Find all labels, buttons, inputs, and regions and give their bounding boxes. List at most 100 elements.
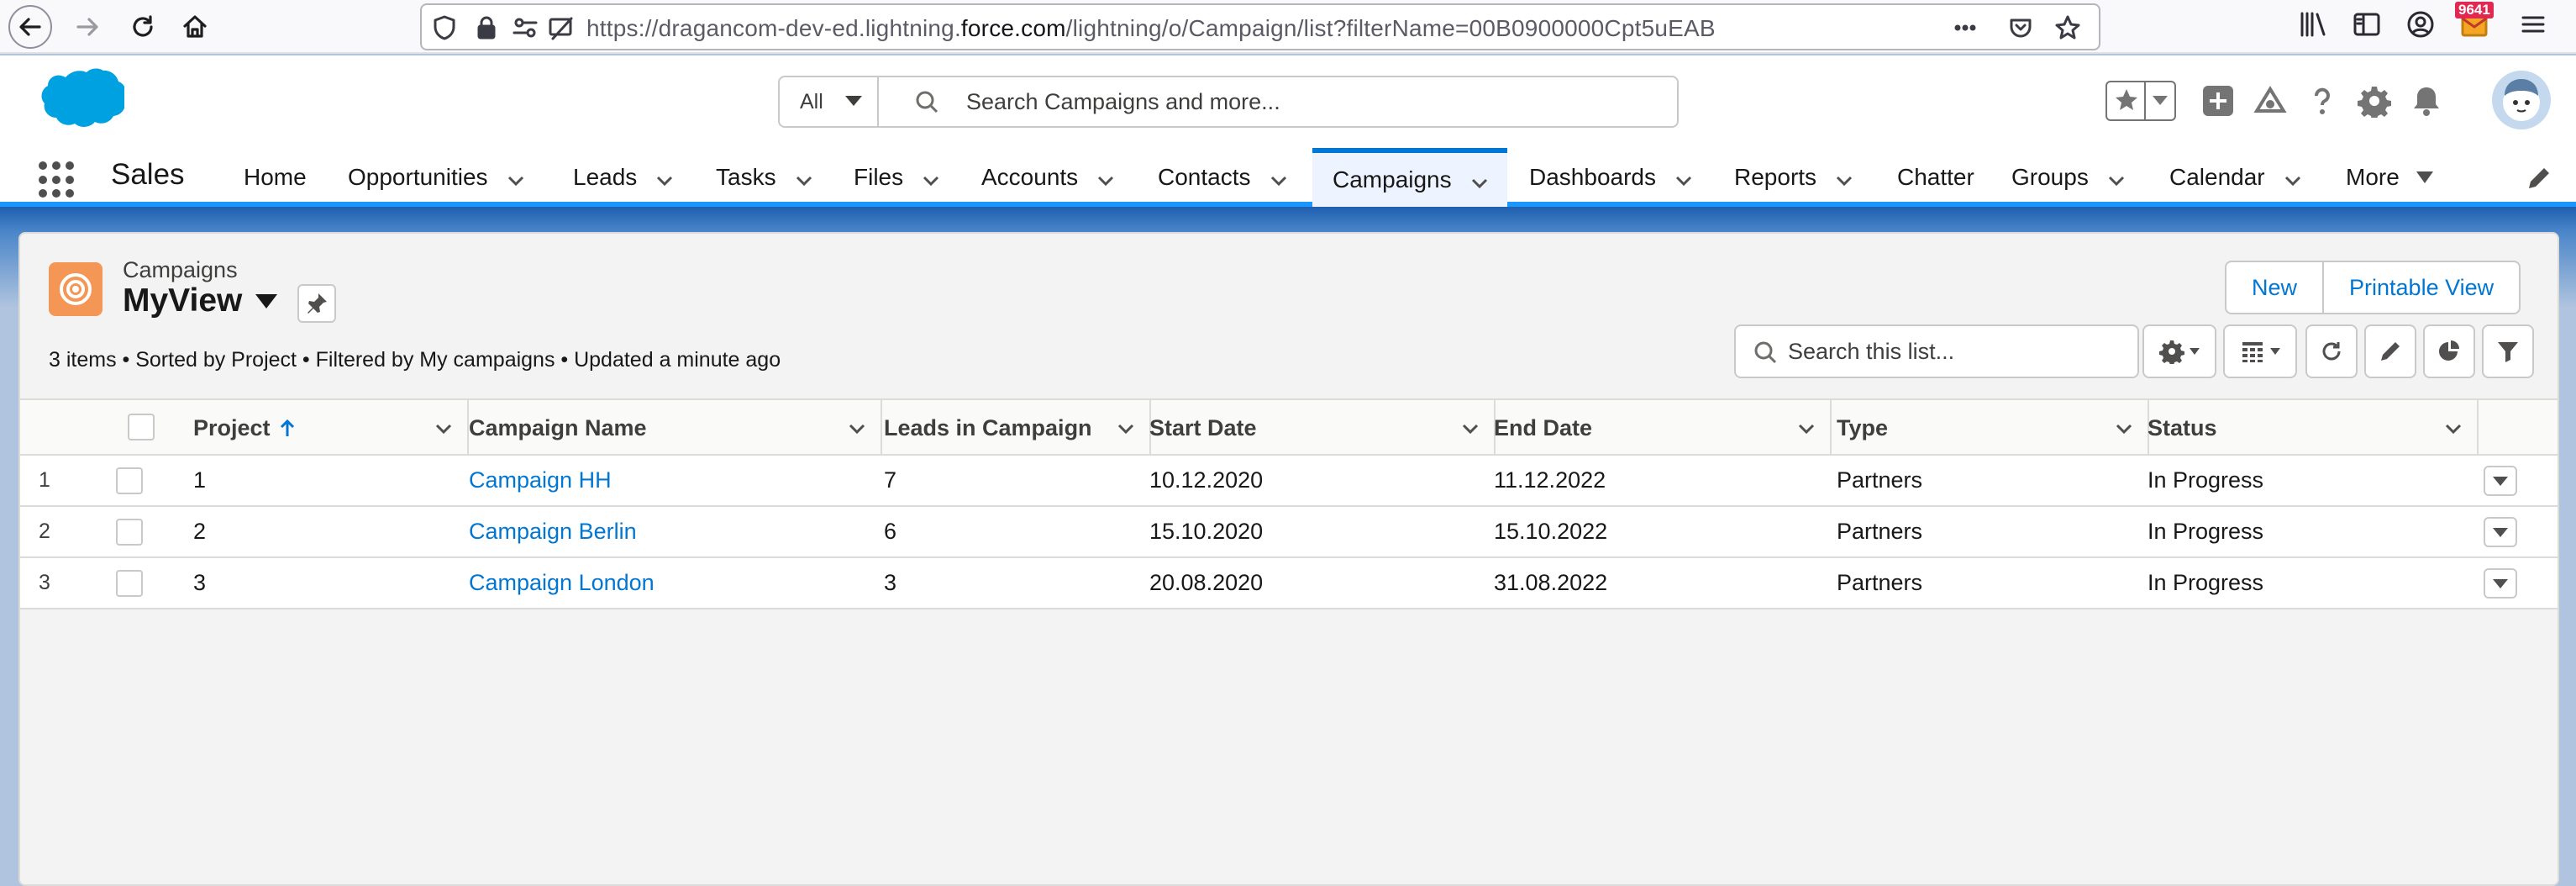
nav-item-accounts[interactable]: Accounts [981,148,1114,207]
chevron-down-icon[interactable] [1096,169,1114,187]
nav-item-files[interactable]: Files [854,148,939,207]
pie-chart-icon [2439,340,2459,361]
nav-item-leads[interactable]: Leads [573,148,673,207]
chevron-down-icon[interactable] [2107,169,2124,187]
cell-leads: 7 [884,467,897,493]
column-header-leads-in-campaign[interactable]: Leads in Campaign [867,400,1151,456]
pocket-icon[interactable] [2006,13,2035,42]
search-scope-dropdown[interactable]: All [780,77,879,126]
user-avatar[interactable] [2492,71,2551,129]
account-icon[interactable] [2405,8,2437,45]
chevron-down-icon[interactable] [507,169,523,187]
column-header-start-date[interactable]: Start Date [1133,400,1496,456]
notifications-bell-icon[interactable] [2406,81,2447,121]
sidebar-icon[interactable] [2351,8,2383,45]
nav-item-label: Chatter [1897,164,1974,190]
chevron-down-icon[interactable] [795,169,812,187]
row-actions-button[interactable] [2484,517,2517,547]
column-header-label: End Date [1494,414,1593,440]
chevron-down-icon[interactable] [847,419,867,439]
nav-item-dashboards[interactable]: Dashboards [1529,148,1692,207]
trailhead-icon[interactable] [2250,81,2290,121]
filters-button[interactable] [2482,324,2534,378]
column-header-end-date[interactable]: End Date [1477,400,1832,456]
global-search-input[interactable] [966,86,1622,118]
app-launcher-icon[interactable] [39,161,76,198]
help-icon[interactable] [2302,81,2342,121]
nav-item-reports[interactable]: Reports [1734,148,1853,207]
tracking-protection-icon[interactable] [546,13,575,42]
back-button[interactable] [8,5,52,49]
favorites-list-chevron-icon[interactable] [2153,96,2168,105]
row-checkbox[interactable] [116,467,143,494]
campaign-name-link[interactable]: Campaign HH [452,456,612,505]
chevron-down-icon[interactable] [2284,169,2300,187]
salesforce-logo[interactable] [24,67,126,138]
chevron-down-icon[interactable] [1674,169,1692,187]
printable-view-button[interactable]: Printable View [2322,262,2519,313]
refresh-button[interactable] [2305,324,2358,378]
nav-item-groups[interactable]: Groups [2011,148,2124,207]
nav-item-contacts[interactable]: Contacts [1158,148,1286,207]
forward-button[interactable] [66,5,109,49]
list-search-input[interactable] [1788,336,2124,367]
row-checkbox[interactable] [116,569,143,597]
campaign-name-link[interactable]: Campaign Berlin [452,507,637,556]
setup-gear-icon[interactable] [2354,81,2395,121]
divider [2144,82,2146,119]
edit-list-button[interactable] [2364,324,2416,378]
pin-list-view-button[interactable] [297,284,336,323]
table-row: 2 2 Campaign Berlin 6 15.10.2020 15.10.2… [20,507,2558,558]
nav-item-calendar[interactable]: Calendar [2169,148,2300,207]
url-bar[interactable]: https://dragancom-dev-ed.lightning.force… [420,3,2100,50]
row-actions-button[interactable] [2484,466,2517,496]
list-view-controls-button[interactable] [2142,324,2216,378]
library-icon[interactable] [2297,8,2329,45]
page-actions-icon[interactable] [1951,13,1979,42]
list-view-switcher[interactable]: MyView [123,282,278,319]
cell-end-date: 15.10.2022 [1494,519,1608,544]
lock-icon[interactable] [472,13,501,42]
nav-item-label: Opportunities [348,164,488,190]
column-header-type[interactable]: Type [1820,400,2149,456]
edit-nav-pencil-icon[interactable] [2526,165,2554,193]
global-actions-icon[interactable] [2198,81,2238,121]
list-actions: New Printable View [2225,261,2521,314]
nav-item-more[interactable]: More [2346,148,2433,207]
bookmark-star-icon[interactable] [2053,13,2082,42]
reload-button[interactable] [121,5,165,49]
row-actions-button[interactable] [2484,568,2517,599]
display-as-button[interactable] [2223,324,2297,378]
caret-down-icon [2493,527,2508,537]
chevron-down-icon[interactable] [2443,419,2463,439]
chevron-down-icon[interactable] [1796,419,1816,439]
chevron-down-icon[interactable] [655,169,673,187]
chevron-down-icon[interactable] [1270,169,1286,187]
column-header-status[interactable]: Status [2131,400,2479,456]
favorite-star-icon[interactable] [2112,86,2141,114]
nav-item-chatter[interactable]: Chatter [1897,148,1974,207]
home-icon [183,15,207,38]
column-header-label: Campaign Name [469,414,647,440]
shield-icon[interactable] [430,13,459,42]
caret-down-icon [2270,348,2280,355]
permissions-icon[interactable] [511,13,539,42]
nav-item-campaigns[interactable]: Campaigns [1312,148,1507,207]
campaign-name-link[interactable]: Campaign London [452,558,655,608]
charts-button[interactable] [2423,324,2475,378]
home-button[interactable] [173,5,217,49]
nav-item-home[interactable]: Home [244,148,307,207]
nav-item-label: Tasks [716,164,776,190]
select-all-checkbox[interactable] [128,414,155,440]
chevron-down-icon[interactable] [1470,171,1487,189]
chevron-down-icon[interactable] [1835,169,1853,187]
new-button[interactable]: New [2226,262,2322,313]
chevron-down-icon[interactable] [434,419,454,439]
row-checkbox[interactable] [116,518,143,546]
column-header-project[interactable]: Project [176,400,469,456]
nav-item-opportunities[interactable]: Opportunities [348,148,523,207]
menu-icon[interactable] [2517,8,2549,45]
nav-item-tasks[interactable]: Tasks [716,148,812,207]
column-header-campaign-name[interactable]: Campaign Name [452,400,882,456]
chevron-down-icon[interactable] [922,169,939,187]
